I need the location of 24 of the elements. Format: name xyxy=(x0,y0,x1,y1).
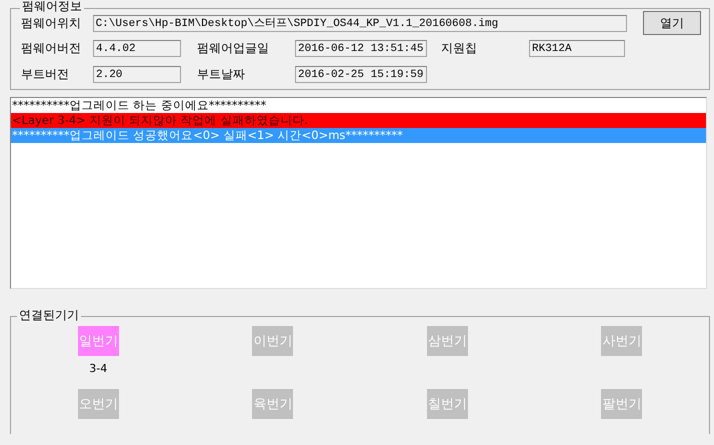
value-field: 2.20 xyxy=(93,66,181,82)
value-field: RK312A xyxy=(529,40,625,56)
device-tile[interactable]: 오번기 xyxy=(78,389,119,419)
path-field[interactable]: C:\Users\Hp-BIM\Desktop\스터프\SPDIY_OS44_KP_V1.1_20160608.img xyxy=(92,14,628,32)
open-button[interactable]: 열기 xyxy=(643,11,701,35)
device-tile[interactable]: 팔번기 xyxy=(601,389,642,419)
port-label: 3-4 xyxy=(89,362,108,375)
field-label: 펌웨어버전 xyxy=(21,40,82,56)
group-title: 연결된기기 xyxy=(17,308,81,322)
value-field: 2016-06-12 13:51:45 xyxy=(295,40,427,56)
field-label: 펌웨어업글일 xyxy=(197,40,270,56)
field-label: 부트버전 xyxy=(21,66,70,82)
device-tile[interactable]: 일번기 xyxy=(78,326,119,356)
group-title: 펌웨어정보 xyxy=(20,0,84,12)
field-label: 지원칩 xyxy=(441,40,478,56)
field-label: 펌웨어위치 xyxy=(21,14,82,32)
device-tile[interactable]: 육번기 xyxy=(252,389,294,419)
device-tile[interactable]: 사번기 xyxy=(601,326,642,356)
device-tile[interactable]: 칠번기 xyxy=(426,389,468,419)
device-tile[interactable]: 삼번기 xyxy=(426,326,468,356)
field-label: 부트날짜 xyxy=(197,66,246,82)
value-field: 4.4.02 xyxy=(93,40,181,56)
value-field: 2016-02-25 15:19:59 xyxy=(295,66,427,82)
device-tile[interactable]: 이번기 xyxy=(252,326,294,356)
